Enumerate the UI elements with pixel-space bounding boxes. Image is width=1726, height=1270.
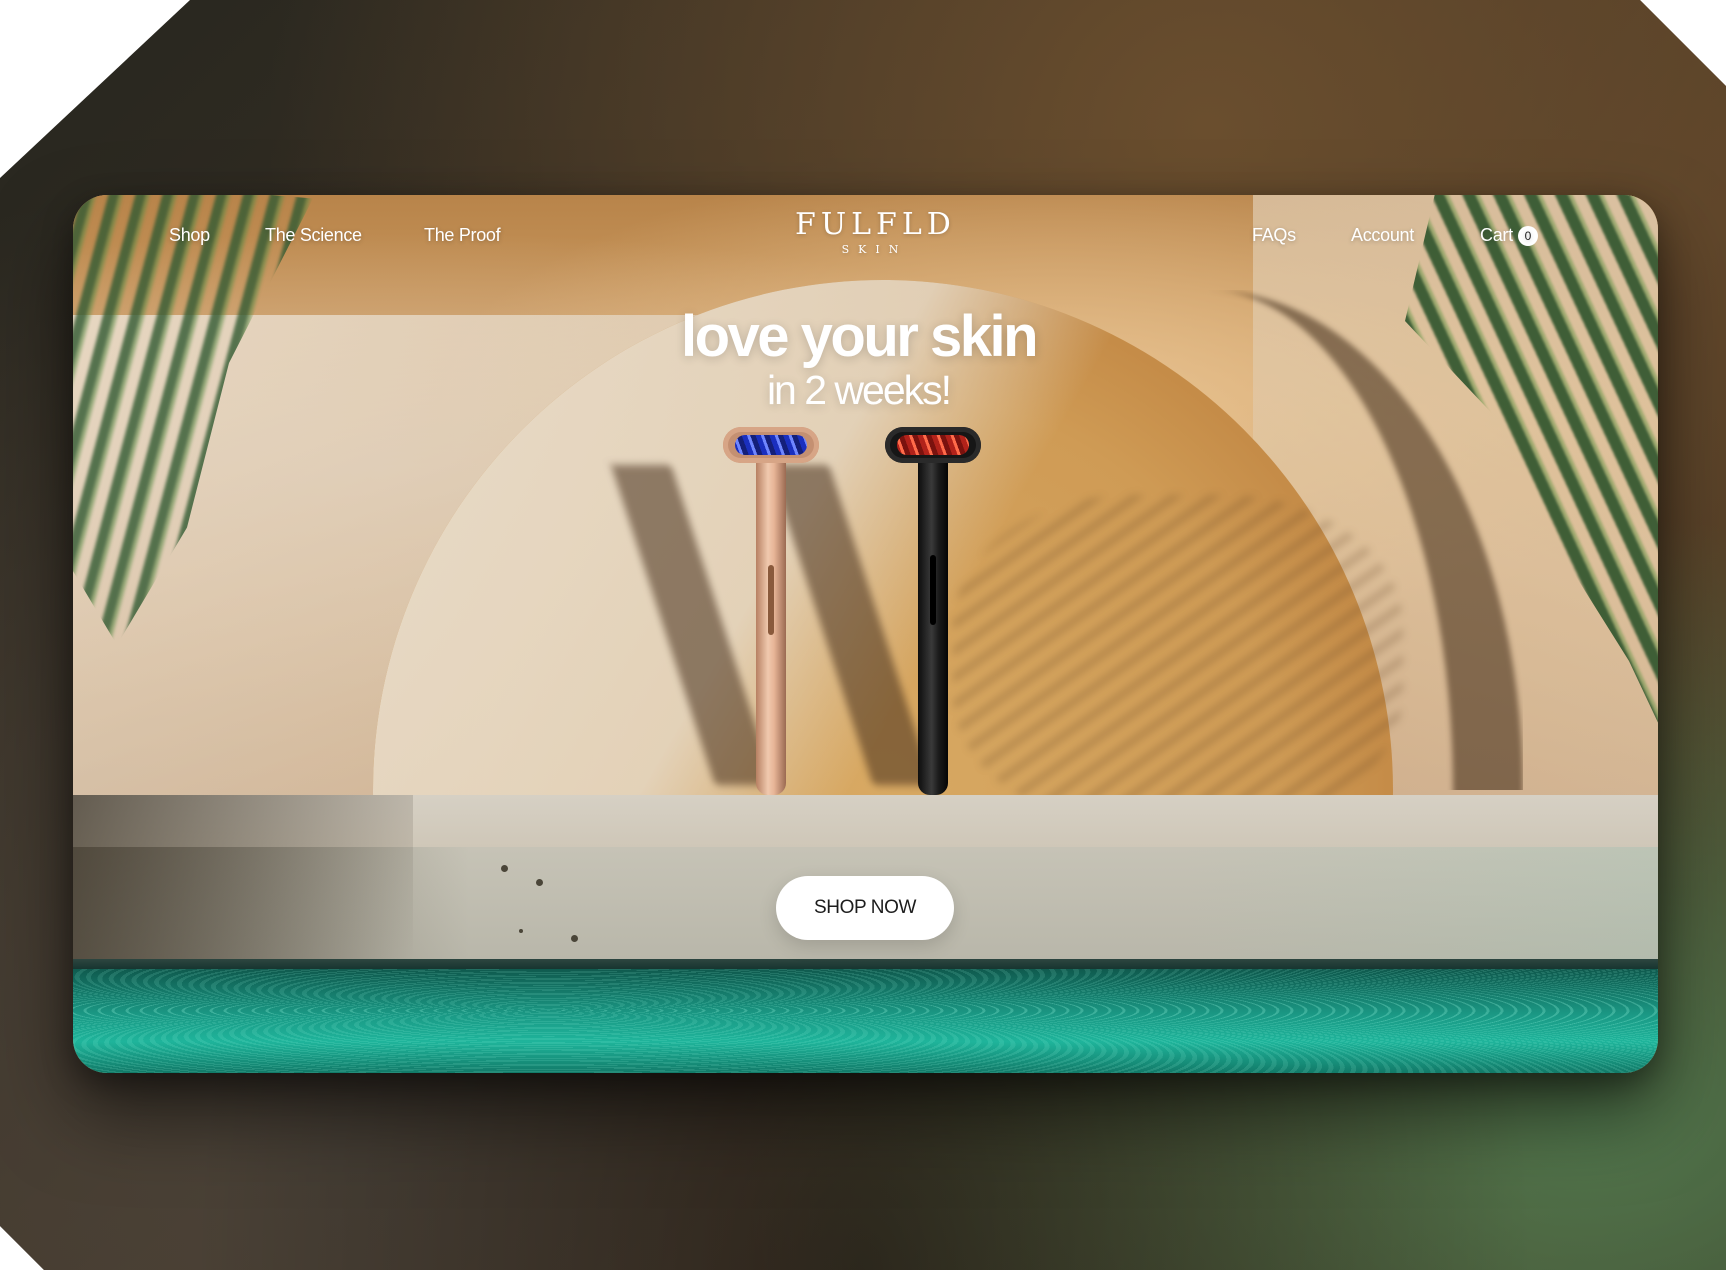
headline-sub: in 2 weeks! — [766, 367, 952, 413]
nav-account-link[interactable]: Account — [1351, 225, 1414, 246]
leaf-shadow — [953, 495, 1403, 825]
nav-shop-link[interactable]: Shop — [169, 225, 210, 246]
nav-cart-link[interactable]: Cart 0 — [1480, 225, 1538, 246]
rose-gold-wand-head — [723, 427, 819, 463]
nav-faqs-link[interactable]: FAQs — [1252, 225, 1296, 246]
pore — [571, 935, 578, 942]
pore — [519, 929, 523, 933]
logo-wordmark: FULFLD — [795, 207, 956, 242]
black-wand-head — [885, 427, 981, 463]
blue-led-panel — [735, 435, 807, 455]
pore — [536, 879, 543, 886]
red-led-panel — [897, 435, 969, 455]
nav-science-link[interactable]: The Science — [265, 225, 362, 246]
top-nav: Shop The Science The Proof FULFLD SKIN F… — [73, 195, 1658, 285]
logo-subtitle: SKIN — [841, 243, 908, 256]
ledge-edge — [73, 959, 1658, 969]
cart-label: Cart — [1480, 225, 1513, 245]
pool-water — [73, 969, 1658, 1073]
shop-now-button[interactable]: SHOP NOW — [776, 876, 954, 940]
ledge-shadow — [73, 795, 413, 959]
brand-logo[interactable]: FULFLD SKIN — [795, 207, 956, 257]
wand-button-strip — [930, 555, 936, 625]
wand-button-strip — [768, 565, 774, 635]
black-wand — [918, 440, 948, 795]
pore — [501, 865, 508, 872]
cart-count-badge: 0 — [1517, 226, 1538, 246]
rose-gold-wand — [756, 440, 786, 795]
hero-headline: love your skin in 2 weeks! — [73, 304, 1658, 414]
website-hero: Shop The Science The Proof FULFLD SKIN F… — [73, 195, 1658, 1073]
nav-proof-link[interactable]: The Proof — [424, 225, 501, 246]
headline-main: love your skin — [680, 304, 1039, 369]
